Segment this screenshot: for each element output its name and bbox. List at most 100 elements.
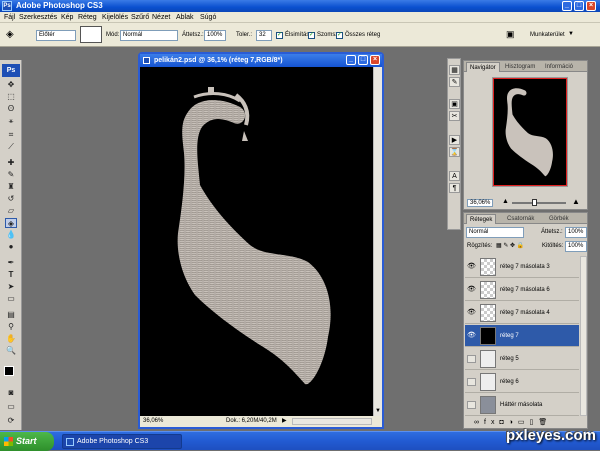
visibility-eye-icon[interactable]: 👁 <box>467 263 476 271</box>
edit-in-imageready-icon[interactable]: ⟳ <box>5 416 17 426</box>
dodge-tool-icon[interactable]: ● <box>5 242 17 252</box>
paragraph-panel-icon[interactable]: ¶ <box>449 183 460 193</box>
healing-tool-icon[interactable]: ✚ <box>5 158 17 168</box>
scroll-down-icon[interactable]: ▼ <box>375 408 381 414</box>
link-layers-icon[interactable]: ∞ <box>474 419 484 426</box>
palette-well-icon[interactable]: ▣ <box>506 29 518 40</box>
document-close-button[interactable]: × <box>370 55 380 65</box>
fill-source-select[interactable]: Előtér <box>36 30 76 41</box>
all-layers-checkbox[interactable]: ✓ <box>336 32 343 39</box>
layer-row[interactable]: Háttér másolata <box>465 394 579 416</box>
layer-comps-panel-icon[interactable]: ▣ <box>449 99 460 109</box>
layer-row[interactable]: réteg 6 <box>465 371 579 393</box>
menu-select[interactable]: Kijelölés <box>102 14 128 21</box>
navigator-zoom-slider[interactable] <box>512 202 566 204</box>
crop-tool-icon[interactable]: ⌗ <box>5 130 17 140</box>
character-panel-icon[interactable]: A <box>449 171 460 181</box>
pen-tool-icon[interactable]: ✒ <box>5 258 17 268</box>
start-button[interactable]: Start <box>0 432 54 451</box>
layers-scrollbar[interactable] <box>580 256 587 416</box>
layer-row-selected[interactable]: 👁 réteg 7 <box>465 325 579 347</box>
paint-bucket-tool-icon[interactable]: ◈ <box>5 218 17 228</box>
document-minimize-button[interactable]: _ <box>346 55 356 65</box>
visibility-eye-icon[interactable]: 👁 <box>467 309 476 317</box>
visibility-toggle[interactable] <box>467 378 476 386</box>
history-panel-icon[interactable]: ⌛ <box>449 147 460 157</box>
magic-wand-tool-icon[interactable]: ⚹ <box>5 116 17 126</box>
visibility-toggle[interactable] <box>467 401 476 409</box>
contiguous-checkbox[interactable]: ✓ <box>308 32 315 39</box>
tab-info[interactable]: Információ <box>542 62 576 72</box>
navigator-thumbnail[interactable] <box>492 77 568 187</box>
close-button[interactable]: × <box>586 1 596 11</box>
adjustment-layer-icon[interactable]: ◑ <box>509 419 518 426</box>
document-maximize-button[interactable]: □ <box>358 55 368 65</box>
taskbar-item-photoshop[interactable]: Adobe Photoshop CS3 <box>62 434 182 449</box>
navigator-zoom-slider-thumb[interactable] <box>532 199 537 206</box>
brushes-panel-icon[interactable]: ▦ <box>449 65 460 75</box>
visibility-toggle[interactable] <box>467 355 476 363</box>
menu-layer[interactable]: Réteg <box>78 14 97 21</box>
layer-row[interactable]: 👁 réteg 7 másolata 3 <box>465 256 579 278</box>
fill-input[interactable]: 100% <box>565 241 587 252</box>
quick-mask-icon[interactable]: ◙ <box>5 388 17 398</box>
tab-curves[interactable]: Görbék <box>546 214 572 224</box>
layer-row[interactable]: 👁 réteg 7 másolata 4 <box>465 302 579 324</box>
opacity-input[interactable]: 100% <box>204 30 226 41</box>
move-tool-icon[interactable]: ✥ <box>5 80 17 90</box>
document-zoom[interactable]: 36,06% <box>143 416 163 427</box>
tool-presets-panel-icon[interactable]: ✎ <box>449 77 460 87</box>
visibility-eye-icon[interactable]: 👁 <box>467 286 476 294</box>
layer-opacity-input[interactable]: 100% <box>565 227 587 238</box>
horizontal-scrollbar[interactable] <box>292 418 372 425</box>
tab-channels[interactable]: Csatornák <box>504 214 537 224</box>
mode-select[interactable]: Normál <box>120 30 178 41</box>
notes-tool-icon[interactable]: ▤ <box>5 310 17 320</box>
layer-row[interactable]: réteg 5 <box>465 348 579 370</box>
navigator-view-frame[interactable] <box>493 78 567 186</box>
ps-logo-icon[interactable]: Ps <box>2 64 20 77</box>
history-brush-tool-icon[interactable]: ↺ <box>5 194 17 204</box>
menu-edit[interactable]: Szerkesztés <box>19 14 57 21</box>
blend-mode-select[interactable]: Normál <box>466 227 524 238</box>
path-select-tool-icon[interactable]: ➤ <box>5 282 17 292</box>
tab-layers[interactable]: Rétegek <box>466 214 497 224</box>
menu-file[interactable]: Fájl <box>4 14 15 21</box>
foreground-color-swatch[interactable] <box>4 366 14 376</box>
hand-tool-icon[interactable]: ✋ <box>5 334 17 344</box>
slice-tool-icon[interactable]: ⟋ <box>5 142 17 152</box>
vertical-scrollbar[interactable]: ▼ <box>373 67 382 416</box>
clone-stamp-tool-icon[interactable]: ♜ <box>5 182 17 192</box>
menu-image[interactable]: Kép <box>61 14 73 21</box>
screen-mode-icon[interactable]: ▭ <box>5 402 17 412</box>
antialias-checkbox[interactable]: ✓ <box>276 32 283 39</box>
pattern-swatch[interactable] <box>80 26 102 43</box>
lock-icons[interactable]: ▦ ✎ ✥ 🔒 <box>496 242 524 251</box>
menu-window[interactable]: Ablak <box>176 14 194 21</box>
tab-navigator[interactable]: Navigátor <box>466 62 500 72</box>
zoom-tool-icon[interactable]: 🔍 <box>5 346 17 356</box>
new-group-icon[interactable]: ▭ <box>518 419 530 426</box>
maximize-button[interactable]: □ <box>574 1 584 11</box>
chevron-down-icon[interactable]: ▼ <box>568 31 574 37</box>
paint-bucket-icon[interactable]: ◈ <box>6 29 18 41</box>
tab-histogram[interactable]: Hisztogram <box>502 62 538 72</box>
marquee-tool-icon[interactable]: ⬚ <box>5 92 17 102</box>
blur-tool-icon[interactable]: 💧 <box>5 230 17 240</box>
tolerance-input[interactable]: 32 <box>256 30 272 41</box>
menu-help[interactable]: Súgó <box>200 14 216 21</box>
actions-panel-icon[interactable]: ▶ <box>449 135 460 145</box>
menu-filter[interactable]: Szűrő <box>131 14 149 21</box>
layer-row[interactable]: 👁 réteg 7 másolata 6 <box>465 279 579 301</box>
eyedropper-tool-icon[interactable]: ⚲ <box>5 322 17 332</box>
zoom-in-icon[interactable]: ▲ <box>572 197 580 206</box>
minimize-button[interactable]: _ <box>562 1 572 11</box>
menu-view[interactable]: Nézet <box>152 14 170 21</box>
workspace-menu[interactable]: Munkaterület <box>530 31 565 40</box>
visibility-eye-icon[interactable]: 👁 <box>467 332 476 340</box>
lasso-tool-icon[interactable]: ʘ <box>5 104 17 114</box>
zoom-out-icon[interactable]: ▲ <box>502 198 509 205</box>
layer-style-icon[interactable]: fx <box>484 419 499 426</box>
eraser-tool-icon[interactable]: ▱ <box>5 206 17 216</box>
delete-layer-icon[interactable]: 🗑 <box>538 419 552 426</box>
